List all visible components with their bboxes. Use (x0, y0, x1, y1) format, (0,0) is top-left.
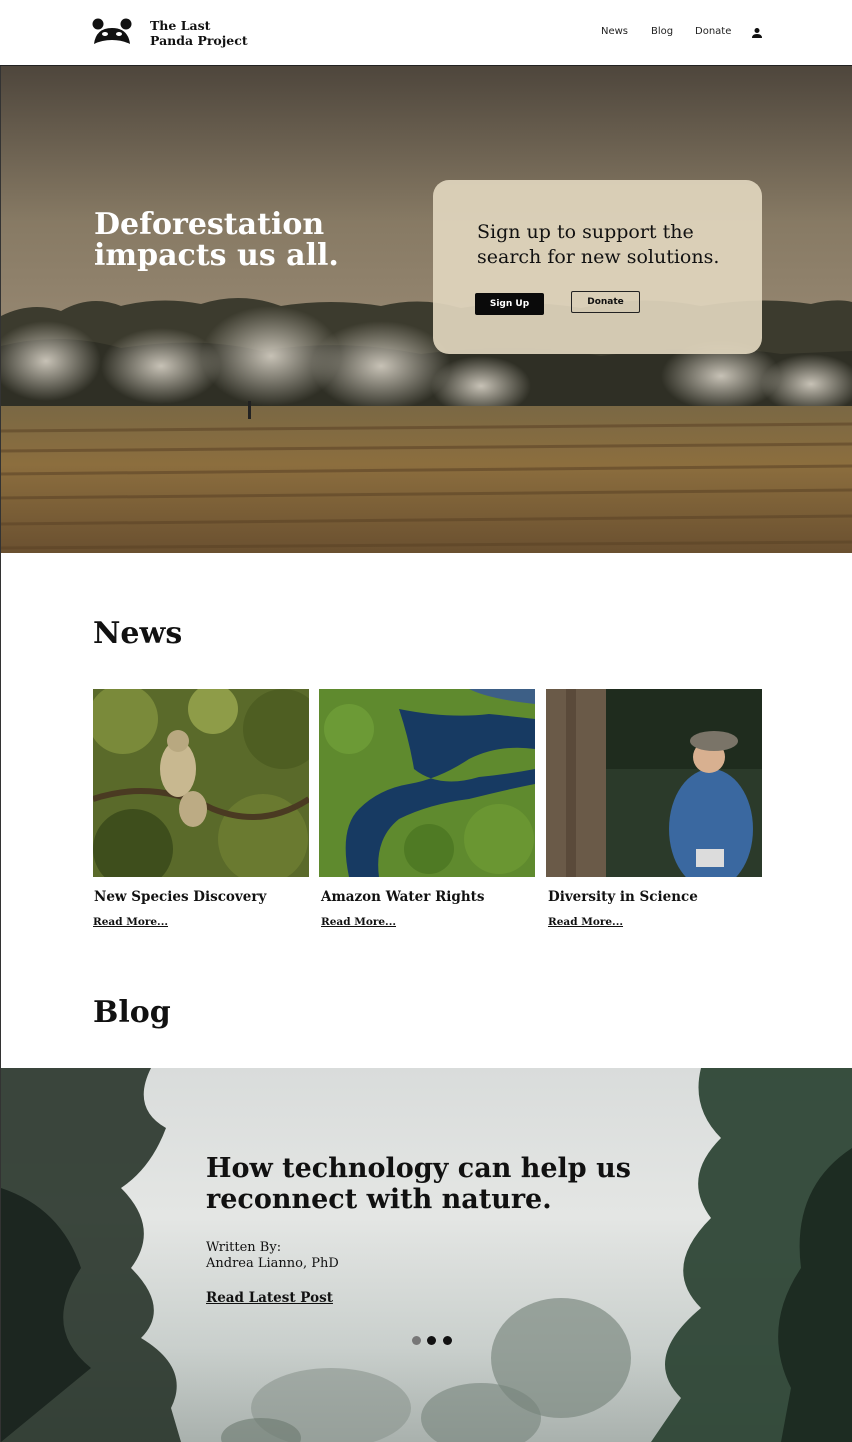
nav-blog-link[interactable]: Blog (651, 26, 673, 37)
scientist-photo[interactable] (546, 689, 762, 877)
read-more-link[interactable]: Read More... (321, 916, 396, 928)
donate-button[interactable]: Donate (571, 291, 640, 313)
news-card-title: Amazon Water Rights (321, 889, 485, 905)
nav-news-link[interactable]: News (601, 26, 628, 37)
nav-donate-link[interactable]: Donate (695, 26, 731, 37)
blog-post-title: How technology can help us reconnect wit… (206, 1153, 631, 1215)
news-heading: News (93, 616, 183, 651)
blog-heading: Blog (93, 995, 171, 1030)
misty-forest-photo (1, 1068, 852, 1442)
news-card[interactable]: New Species Discovery Read More... (93, 689, 309, 929)
read-more-link[interactable]: Read More... (93, 916, 168, 928)
site-logo-text[interactable]: The Last Panda Project (150, 18, 248, 48)
user-icon[interactable] (751, 27, 763, 39)
blog-banner: How technology can help us reconnect wit… (1, 1068, 852, 1442)
hero-section: Deforestation impacts us all. Sign up to… (1, 66, 852, 553)
site-header: The Last Panda Project News Blog Donate (0, 0, 852, 66)
carousel-dot-1[interactable] (412, 1336, 421, 1345)
logo-line-1: The Last (150, 18, 211, 33)
signup-card-text: Sign up to support the search for new so… (477, 221, 720, 268)
blog-byline: Written By: Andrea Lianno, PhD (206, 1240, 339, 1272)
signup-button[interactable]: Sign Up (475, 293, 544, 315)
read-more-link[interactable]: Read More... (548, 916, 623, 928)
amazon-river-photo[interactable] (319, 689, 535, 877)
logo-line-2: Panda Project (150, 33, 248, 48)
news-card[interactable]: Diversity in Science Read More... (546, 689, 762, 929)
news-card-title: New Species Discovery (94, 889, 267, 905)
read-latest-post-link[interactable]: Read Latest Post (206, 1290, 333, 1306)
signup-card: Sign up to support the search for new so… (433, 180, 762, 354)
carousel-dot-2[interactable] (427, 1336, 436, 1345)
news-card[interactable]: Amazon Water Rights Read More... (319, 689, 535, 929)
byline-label: Written By: (206, 1240, 282, 1255)
monkey-photo[interactable] (93, 689, 309, 877)
carousel-dot-3[interactable] (443, 1336, 452, 1345)
panda-logo-icon[interactable] (92, 16, 132, 48)
hero-title: Deforestation impacts us all. (94, 207, 339, 273)
byline-author: Andrea Lianno, PhD (206, 1256, 339, 1271)
news-card-title: Diversity in Science (548, 889, 698, 905)
